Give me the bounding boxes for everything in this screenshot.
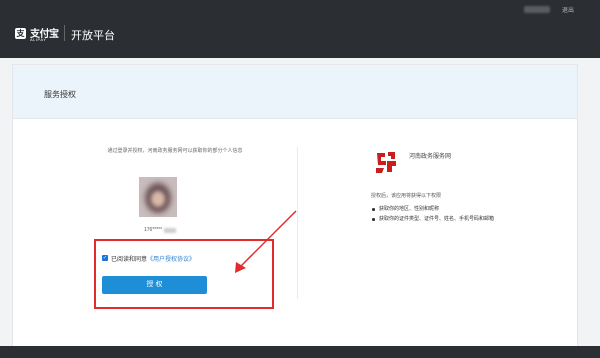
henan-seal-icon (376, 152, 396, 173)
org-name: 河南政务服务网 (409, 154, 452, 160)
logout-link[interactable]: 退出 (562, 5, 574, 14)
permission-item: 获取你的证件类型、证件号、姓名、手机号码和邮箱 (371, 214, 494, 224)
authorization-card: 服务授权 通过登录并授权，河南政务服务网可以获取你的部分个人信息 176****… (12, 64, 578, 352)
top-navigation-bar: 支 支付宝 ALIPAY 开放平台 退出 (0, 0, 600, 58)
permissions-title: 授权后，该应用将获得以下权限 (371, 193, 442, 199)
column-divider (297, 147, 298, 299)
page-body: 服务授权 通过登录并授权，河南政务服务网可以获取你的部分个人信息 176****… (0, 58, 600, 358)
alipay-logo-icon: 支 (15, 28, 26, 39)
logo-divider (64, 25, 65, 41)
platform-title: 开放平台 (71, 30, 115, 42)
permission-item: 获取你的地区、性别和昵称 (371, 204, 494, 214)
user-name-blurred (524, 6, 550, 13)
bottom-bar (0, 346, 600, 358)
permissions-list: 获取你的地区、性别和昵称 获取你的证件类型、证件号、姓名、手机号码和邮箱 (371, 204, 494, 224)
logo-subtext: ALIPAY (30, 37, 47, 42)
arrow-line (239, 210, 297, 268)
